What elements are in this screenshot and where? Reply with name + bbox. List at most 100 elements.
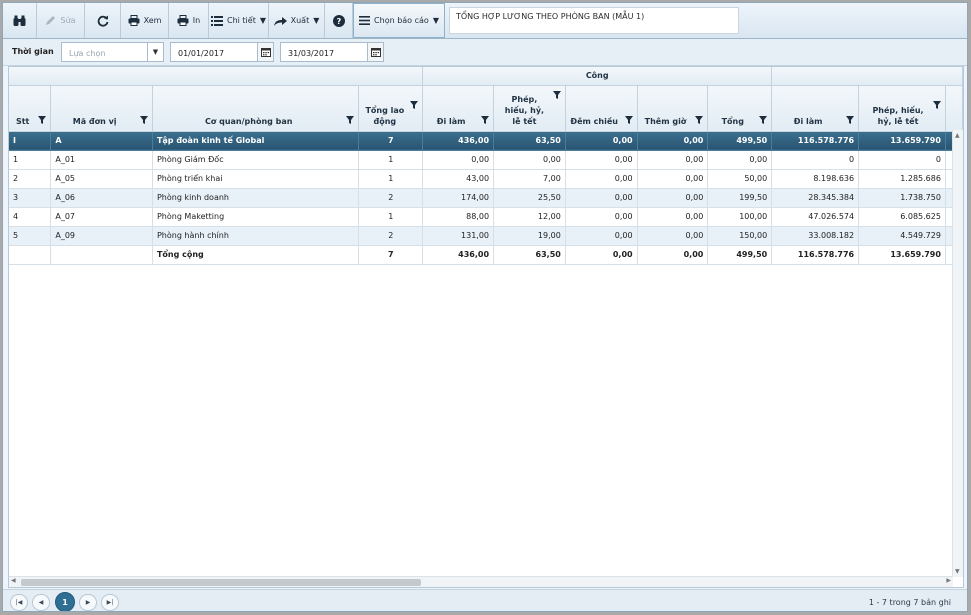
pencil-icon — [45, 15, 56, 26]
cell-stt — [9, 245, 52, 265]
col-co-quan-label: Cơ quan/phòng ban — [204, 116, 293, 126]
filter-icon[interactable] — [695, 115, 704, 126]
prev-page-button[interactable]: ◀ — [32, 594, 50, 611]
horizontal-scrollbar[interactable]: ◀ ▶ — [9, 576, 953, 587]
period-select[interactable]: Lựa chọn ▼ — [61, 42, 164, 62]
col-phep[interactable]: Phép, hiếu, hỷ, lễ tết — [493, 85, 566, 132]
next-page-button[interactable]: ▶ — [79, 594, 97, 611]
cell-l-dilam: 116.578.776 — [771, 245, 860, 265]
col-stt[interactable]: Stt — [9, 85, 52, 132]
cell-dilam: 0,00 — [422, 150, 495, 170]
group-header-luong — [771, 67, 963, 86]
table-row[interactable]: 3 A_06 Phòng kinh doanh 2 174,00 25,50 0,00 0,0… — [9, 188, 963, 208]
print-button[interactable]: In — [169, 3, 209, 38]
share-arrow-icon — [273, 16, 287, 26]
col-co-quan[interactable]: Cơ quan/phòng ban — [152, 85, 360, 132]
export-dropdown[interactable]: Xuất ▼ — [269, 3, 325, 38]
cell-stt: 4 — [9, 207, 52, 227]
cell-dilam: 174,00 — [422, 188, 495, 208]
filter-icon[interactable] — [410, 100, 419, 111]
cell-them: 0,00 — [637, 207, 709, 227]
view-label: Xem — [143, 16, 162, 25]
cell-phep: 19,00 — [493, 226, 566, 246]
to-date-value: 31/03/2017 — [288, 49, 335, 58]
printer-icon — [128, 15, 140, 26]
filter-icon[interactable] — [346, 115, 355, 126]
filter-icon[interactable] — [139, 115, 148, 126]
cell-dem: 0,00 — [565, 169, 638, 189]
calendar-icon[interactable] — [367, 43, 383, 61]
search-button[interactable] — [3, 3, 37, 38]
cell-l-phep: 6.085.625 — [858, 207, 946, 227]
col-luong-phep[interactable]: Phép, hiếu, hỷ, lễ tết — [858, 85, 946, 132]
cell-tld: 7 — [358, 131, 424, 151]
cell-them: 0,00 — [637, 131, 709, 151]
period-placeholder: Lựa chọn — [69, 49, 106, 58]
detail-dropdown[interactable]: Chi tiết ▼ — [209, 3, 269, 38]
filter-icon[interactable] — [624, 115, 633, 126]
time-label: Thời gian — [12, 47, 54, 56]
scroll-left-icon[interactable]: ◀ — [11, 577, 16, 584]
filter-icon[interactable] — [932, 100, 941, 111]
filter-icon[interactable] — [846, 115, 855, 126]
toolbar: Sửa Xem In Chi tiết ▼ Xuất ▼ ? Chọn báo … — [3, 3, 967, 39]
total-row[interactable]: Tổng cộng 7 436,00 63,50 0,00 0,00 499,50 116.5… — [9, 245, 963, 265]
report-table: Công Stt Mã đơn vị Cơ quan/phòng ban Tổn… — [9, 67, 963, 265]
cell-them: 0,00 — [637, 226, 709, 246]
help-button[interactable]: ? — [325, 3, 353, 38]
cell-tong: 50,00 — [707, 169, 773, 189]
cell-tong: 499,50 — [707, 245, 773, 265]
vertical-scrollbar[interactable]: ▲ ▼ — [952, 130, 963, 577]
cell-l-dilam: 0 — [771, 150, 860, 170]
last-page-button[interactable]: ▶| — [101, 594, 119, 611]
cell-phep: 63,50 — [493, 245, 566, 265]
col-tong[interactable]: Tổng — [707, 85, 773, 132]
col-dem-chieu[interactable]: Đêm chiều — [565, 85, 638, 132]
scroll-thumb[interactable] — [21, 579, 421, 586]
cell-tld: 1 — [358, 150, 424, 170]
calendar-icon[interactable] — [257, 43, 273, 61]
first-page-button[interactable]: |◀ — [10, 594, 28, 611]
current-page-button[interactable]: 1 — [55, 592, 75, 611]
cell-ten: Phòng Giám Đốc — [152, 150, 360, 170]
scroll-right-icon[interactable]: ▶ — [946, 577, 951, 584]
scroll-down-icon[interactable]: ▼ — [955, 568, 960, 575]
choose-report-dropdown[interactable]: Chọn báo cáo ▼ — [353, 3, 445, 38]
col-tong-lao-dong[interactable]: Tổng lao động — [358, 85, 424, 132]
cell-tong: 100,00 — [707, 207, 773, 227]
col-luong-phep-label: Phép, hiếu, hỷ, lễ tết — [872, 105, 924, 126]
filter-icon[interactable] — [759, 115, 768, 126]
cell-dilam: 43,00 — [422, 169, 495, 189]
table-row[interactable]: I A Tập đoàn kinh tế Global 7 436,00 63,50 0,0… — [9, 131, 963, 151]
to-date-field[interactable]: 31/03/2017 — [280, 42, 384, 62]
table-row[interactable]: 5 A_09 Phòng hành chính 2 131,00 19,00 0,00 0,0… — [9, 226, 963, 246]
cell-l-phep: 13.659.790 — [858, 131, 946, 151]
filter-icon[interactable] — [38, 115, 47, 126]
col-di-lam[interactable]: Đi làm — [422, 85, 495, 132]
refresh-button[interactable] — [85, 3, 121, 38]
cell-l-dilam: 116.578.776 — [771, 131, 860, 151]
table-row[interactable]: 4 A_07 Phòng Maketting 1 88,00 12,00 0,00 0,00 1… — [9, 207, 963, 227]
view-button[interactable]: Xem — [121, 3, 169, 38]
printer-icon — [177, 15, 189, 26]
scroll-up-icon[interactable]: ▲ — [955, 132, 960, 139]
cell-dem: 0,00 — [565, 131, 638, 151]
table-row[interactable]: 1 A_01 Phòng Giám Đốc 1 0,00 0,00 0,00 0,00 0,00… — [9, 150, 963, 170]
cell-ma: A_07 — [50, 207, 153, 227]
report-title: TỔNG HỢP LƯƠNG THEO PHÒNG BAN (MẪU 1) — [449, 7, 739, 34]
edit-button[interactable]: Sửa — [37, 3, 85, 38]
filter-icon[interactable] — [481, 115, 490, 126]
col-them-gio[interactable]: Thêm giờ — [637, 85, 709, 132]
filter-icon[interactable] — [552, 90, 561, 101]
cell-stt: 2 — [9, 169, 52, 189]
caret-down-icon[interactable]: ▼ — [147, 43, 163, 61]
col-ma-don-vi[interactable]: Mã đơn vị — [50, 85, 153, 132]
col-them-gio-label: Thêm giờ — [644, 116, 687, 126]
cell-ten: Phòng Maketting — [152, 207, 360, 227]
from-date-field[interactable]: 01/01/2017 — [170, 42, 274, 62]
col-dem-chieu-label: Đêm chiều — [570, 116, 618, 126]
col-luong-di-lam[interactable]: Đi làm — [771, 85, 860, 132]
next-page-icon: ▶ — [85, 599, 91, 606]
table-row[interactable]: 2 A_05 Phòng triển khai 1 43,00 7,00 0,00 0,00 5… — [9, 169, 963, 189]
hamburger-icon — [359, 16, 371, 25]
